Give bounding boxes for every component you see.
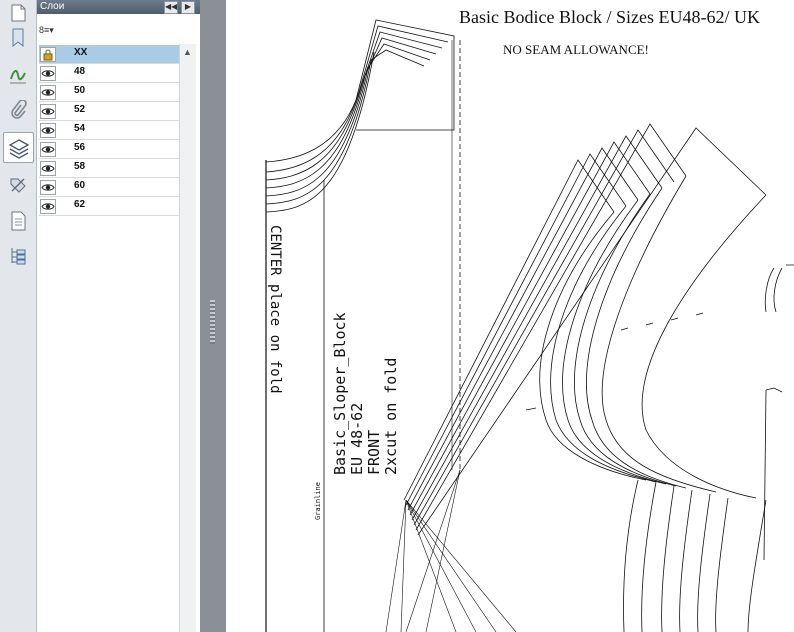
layer-label: 48 — [74, 66, 86, 77]
layer-row[interactable]: 58 — [39, 159, 179, 178]
panel-header: Слои ◀◀ ▶ — [37, 0, 200, 14]
layer-row[interactable]: 48 — [39, 64, 179, 83]
document-title: Basic Bodice Block / Sizes EU48-62/ UK — [459, 7, 760, 27]
eye-icon[interactable] — [40, 104, 56, 119]
panel-scrollbar[interactable]: ▲ — [179, 44, 196, 632]
panel-title: Слои — [40, 1, 65, 12]
layer-label: 56 — [74, 142, 86, 153]
layer-label: 50 — [74, 85, 86, 96]
seam-allowance-note: NO SEAM ALLOWANCE! — [503, 42, 649, 57]
panel-options-bar: 8≡▾ — [37, 14, 200, 44]
eye-icon[interactable] — [40, 66, 56, 81]
piece-cut-label: 2xcut on fold — [382, 358, 400, 475]
lock-icon[interactable] — [40, 47, 56, 62]
layers-icon[interactable] — [3, 132, 34, 163]
layer-row[interactable]: 50 — [39, 83, 179, 102]
attachment-icon[interactable] — [5, 97, 31, 123]
layer-label: 60 — [74, 180, 86, 191]
layers-list: XX 48 50 52 54 56 58 60 62 — [39, 45, 179, 216]
layer-label: XX — [74, 47, 88, 58]
layers-panel: Слои ◀◀ ▶ 8≡▾ XX 48 50 52 54 56 58 60 62 ▲ — [37, 0, 200, 632]
model-tree-icon[interactable] — [5, 243, 31, 269]
eye-icon[interactable] — [40, 85, 56, 100]
panel-menu-button[interactable]: ▶ — [181, 1, 195, 14]
layer-row[interactable]: 60 — [39, 178, 179, 197]
panel-splitter[interactable] — [200, 0, 226, 632]
collapse-panel-button[interactable]: ◀◀ — [164, 1, 178, 14]
navigation-toolbar — [0, 0, 37, 632]
layer-label: 58 — [74, 161, 86, 172]
piece-part-label: FRONT — [365, 430, 383, 475]
piece-name-label: Basic_Sloper_Block — [331, 312, 349, 475]
page-thumbnails-icon[interactable] — [5, 0, 31, 26]
eye-icon[interactable] — [40, 142, 56, 157]
content-icon[interactable] — [5, 208, 31, 234]
eye-icon[interactable] — [40, 123, 56, 138]
layer-row[interactable]: 62 — [39, 197, 179, 216]
eye-icon[interactable] — [40, 199, 56, 214]
layer-label: 54 — [74, 123, 86, 134]
layer-row[interactable]: XX — [39, 45, 179, 64]
bookmark-icon[interactable] — [5, 25, 31, 51]
layer-label: 52 — [74, 104, 86, 115]
signature-icon[interactable] — [5, 62, 31, 88]
layer-row[interactable]: 56 — [39, 140, 179, 159]
layer-row[interactable]: 54 — [39, 121, 179, 140]
scroll-up-icon[interactable]: ▲ — [183, 47, 192, 57]
options-menu-button[interactable]: 8≡▾ — [39, 24, 59, 38]
piece-sizes-label: EU 48-62 — [348, 403, 366, 475]
center-fold-label: CENTER place on fold — [267, 225, 283, 394]
document-page: CENTER place on fold Grainline Basic_Slo… — [226, 0, 794, 632]
layer-row[interactable]: 52 — [39, 102, 179, 121]
eye-icon[interactable] — [40, 161, 56, 176]
splitter-grip-icon[interactable] — [210, 300, 215, 344]
tags-icon[interactable] — [5, 172, 31, 198]
grainline-label: Grainline — [314, 482, 322, 520]
pattern-drawing: CENTER place on fold Grainline Basic_Slo… — [265, 19, 794, 632]
layer-label: 62 — [74, 199, 86, 210]
eye-icon[interactable] — [40, 180, 56, 195]
